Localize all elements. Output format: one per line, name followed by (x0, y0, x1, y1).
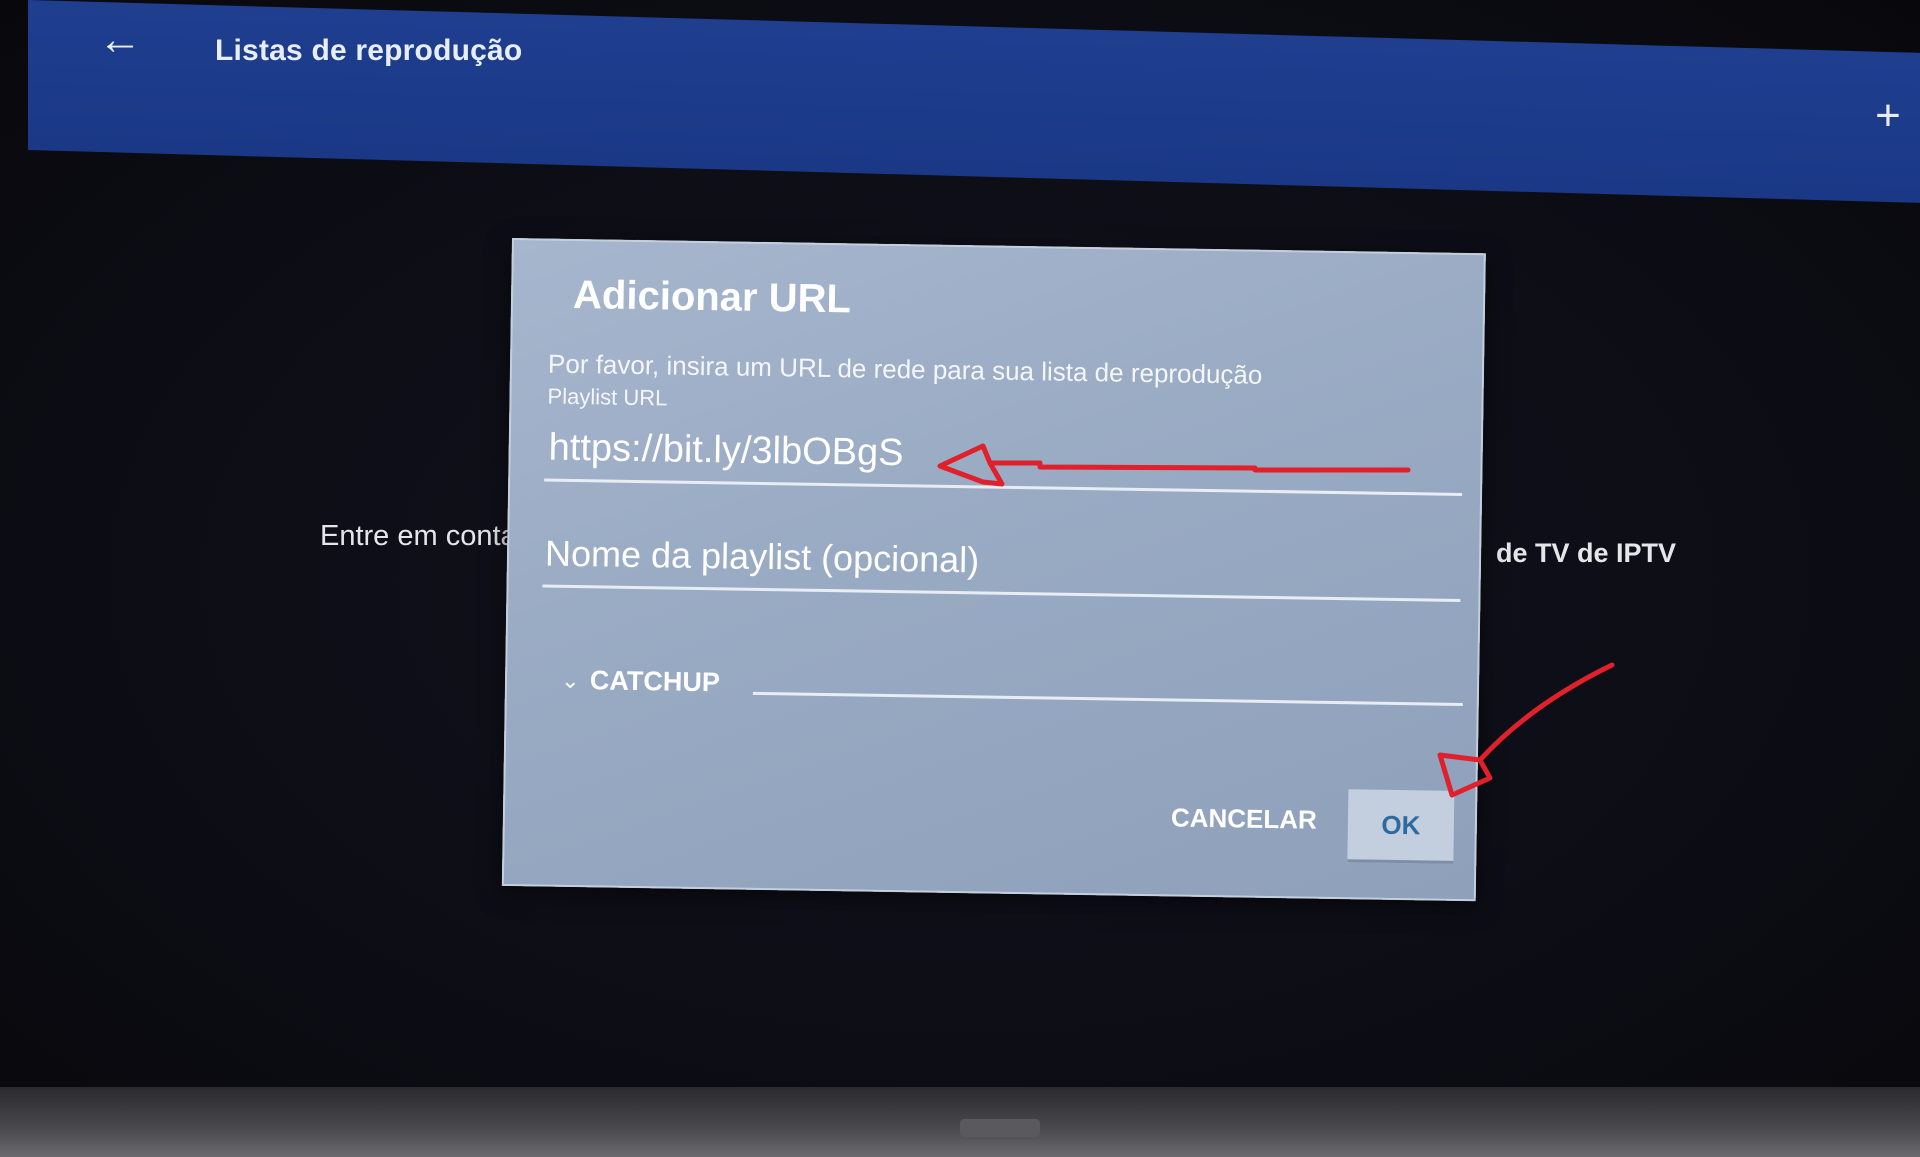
playlist-url-value: https://bit.ly/3lbOBgS (548, 426, 904, 475)
empty-state-text-left: Entre em conta (320, 520, 517, 552)
tv-bezel (0, 1087, 1920, 1157)
arrow-left-icon[interactable]: ← (90, 14, 150, 66)
cancel-button[interactable]: CANCELAR (1171, 802, 1317, 844)
chevron-down-icon: ⌄ (560, 667, 580, 693)
tv-brand-logo (960, 1119, 1040, 1137)
tv-screen: ← Listas de reprodução + Entre em conta … (0, 0, 1920, 1157)
ok-button[interactable]: OK (1347, 789, 1455, 864)
catchup-toggle[interactable]: ⌄ CATCHUP (561, 665, 720, 707)
add-url-dialog: Adicionar URL Por favor, insira um URL d… (501, 238, 1486, 902)
playlist-name-placeholder: Nome da playlist (opcional) (544, 532, 980, 581)
url-field-caption: Playlist URL (547, 383, 668, 411)
empty-state-text-right: de TV de IPTV (1496, 538, 1677, 568)
dialog-title: Adicionar URL (572, 272, 852, 322)
playlist-name-input[interactable]: Nome da playlist (opcional) (542, 526, 1462, 602)
playlist-url-input[interactable]: https://bit.ly/3lbOBgS (544, 418, 1464, 496)
page-title: Listas de reprodução (215, 34, 523, 67)
plus-icon[interactable]: + (1866, 91, 1910, 140)
catchup-label: CATCHUP (589, 665, 721, 698)
catchup-divider (752, 691, 1463, 706)
app-bar: ← Listas de reprodução + (28, 0, 1920, 203)
